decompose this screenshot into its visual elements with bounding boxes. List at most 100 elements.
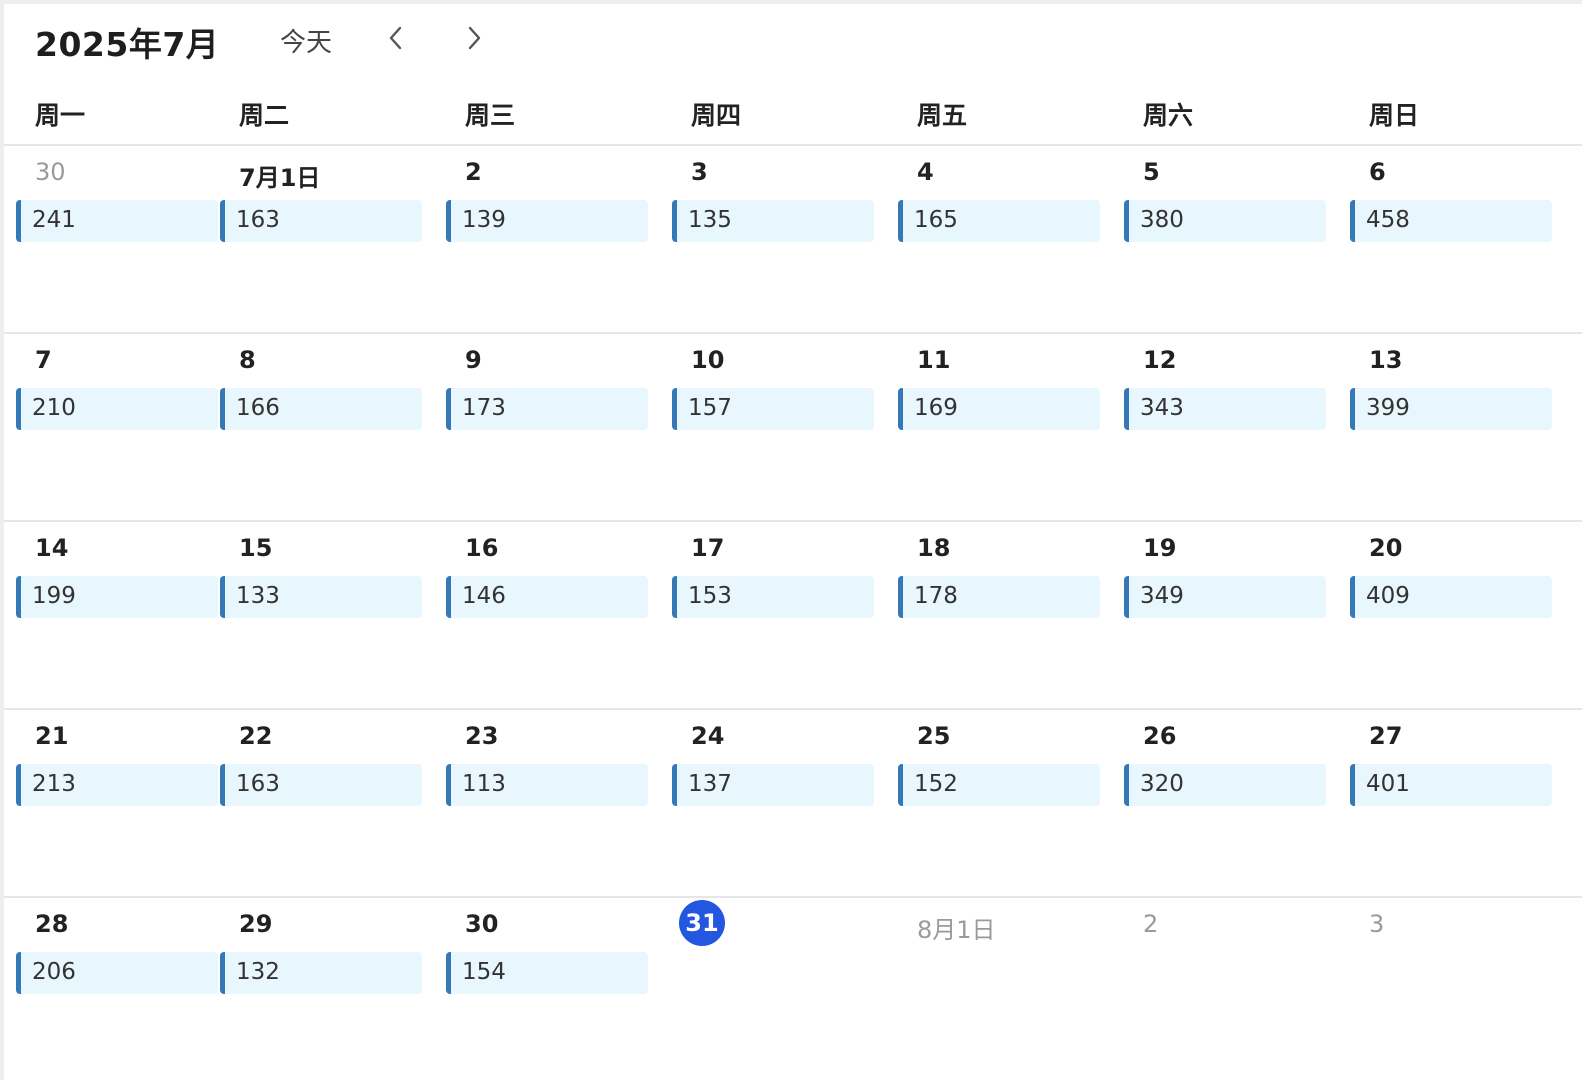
event-chip[interactable]: 166 [220, 388, 422, 430]
day-cell-sun[interactable]: 3 [1338, 898, 1564, 1080]
event-count: 135 [688, 207, 732, 233]
event-chip[interactable]: 178 [898, 576, 1100, 618]
event-count: 320 [1140, 771, 1184, 797]
day-number: 16 [465, 534, 499, 562]
event-chip[interactable]: 154 [446, 952, 648, 994]
event-chip[interactable]: 153 [672, 576, 874, 618]
day-cell-thu[interactable]: 10 157 [660, 334, 886, 520]
event-chip[interactable]: 165 [898, 200, 1100, 242]
day-cell-mon[interactable]: 21 213 [4, 710, 230, 896]
day-cell-sun[interactable]: 6 458 [1338, 146, 1564, 332]
day-number: 2 [1143, 910, 1159, 938]
day-cell-wed[interactable]: 30 154 [434, 898, 660, 1080]
event-count: 213 [32, 771, 76, 797]
event-chip[interactable]: 146 [446, 576, 648, 618]
event-chip[interactable]: 380 [1124, 200, 1326, 242]
event-chip[interactable]: 173 [446, 388, 648, 430]
event-chip[interactable]: 137 [672, 764, 874, 806]
event-chip[interactable]: 135 [672, 200, 874, 242]
day-cell-mon[interactable]: 14 199 [4, 522, 230, 708]
day-cell-tue[interactable]: 15 133 [208, 522, 434, 708]
day-cell-fri[interactable]: 25 152 [886, 710, 1112, 896]
event-chip[interactable]: 199 [16, 576, 218, 618]
day-cell-tue[interactable]: 22 163 [208, 710, 434, 896]
day-cell-thu[interactable]: 24 137 [660, 710, 886, 896]
event-chip[interactable]: 169 [898, 388, 1100, 430]
day-cell-mon[interactable]: 28 206 [4, 898, 230, 1080]
event-chip[interactable]: 458 [1350, 200, 1552, 242]
day-cell-tue[interactable]: 7月1日 163 [208, 146, 434, 332]
today-button[interactable]: 今天 [280, 22, 332, 59]
day-number: 5 [1143, 158, 1160, 186]
day-number: 14 [35, 534, 69, 562]
event-count: 399 [1366, 395, 1410, 421]
event-chip[interactable]: 163 [220, 200, 422, 242]
event-chip[interactable]: 210 [16, 388, 218, 430]
event-count: 199 [32, 583, 76, 609]
day-cell-sun[interactable]: 20 409 [1338, 522, 1564, 708]
event-count: 157 [688, 395, 732, 421]
event-count: 113 [462, 771, 506, 797]
event-chip[interactable]: 113 [446, 764, 648, 806]
event-count: 173 [462, 395, 506, 421]
day-cell-mon[interactable]: 30 241 [4, 146, 230, 332]
event-chip[interactable]: 133 [220, 576, 422, 618]
event-count: 458 [1366, 207, 1410, 233]
day-cell-sat[interactable]: 2 [1112, 898, 1338, 1080]
week-row: 14 199 15 133 16 146 17 153 18 178 19 349 20 409 [4, 522, 1582, 710]
event-chip[interactable]: 213 [16, 764, 218, 806]
day-cell-wed[interactable]: 23 113 [434, 710, 660, 896]
event-chip[interactable]: 241 [16, 200, 218, 242]
day-cell-mon[interactable]: 7 210 [4, 334, 230, 520]
day-cell-fri[interactable]: 8月1日 [886, 898, 1112, 1080]
day-number: 4 [917, 158, 934, 186]
chevron-right-icon[interactable] [462, 24, 486, 52]
event-count: 163 [236, 771, 280, 797]
day-cell-tue[interactable]: 29 132 [208, 898, 434, 1080]
month-grid: 30 241 7月1日 163 2 139 3 135 4 165 5 380 6 458 7 210 8 166… [4, 146, 1582, 1068]
event-chip[interactable]: 206 [16, 952, 218, 994]
day-cell-thu[interactable]: 3 135 [660, 146, 886, 332]
day-cell-sat[interactable]: 19 349 [1112, 522, 1338, 708]
day-number: 21 [35, 722, 69, 750]
event-count: 137 [688, 771, 732, 797]
event-chip[interactable]: 152 [898, 764, 1100, 806]
event-chip[interactable]: 349 [1124, 576, 1326, 618]
event-count: 139 [462, 207, 506, 233]
event-count: 154 [462, 959, 506, 985]
day-cell-thu[interactable]: 31 [660, 898, 886, 1080]
event-chip[interactable]: 132 [220, 952, 422, 994]
event-count: 210 [32, 395, 76, 421]
event-chip[interactable]: 320 [1124, 764, 1326, 806]
day-cell-sun[interactable]: 13 399 [1338, 334, 1564, 520]
day-cell-fri[interactable]: 4 165 [886, 146, 1112, 332]
event-chip[interactable]: 139 [446, 200, 648, 242]
day-cell-sat[interactable]: 12 343 [1112, 334, 1338, 520]
chevron-left-icon[interactable] [384, 24, 408, 52]
event-count: 401 [1366, 771, 1410, 797]
day-number: 7 [35, 346, 52, 374]
day-cell-wed[interactable]: 9 173 [434, 334, 660, 520]
event-chip[interactable]: 343 [1124, 388, 1326, 430]
weekday-thu: 周四 [691, 101, 742, 130]
day-cell-fri[interactable]: 18 178 [886, 522, 1112, 708]
weekday-sun: 周日 [1369, 101, 1420, 130]
event-chip[interactable]: 409 [1350, 576, 1552, 618]
day-cell-fri[interactable]: 11 169 [886, 334, 1112, 520]
day-number: 25 [917, 722, 951, 750]
day-cell-wed[interactable]: 2 139 [434, 146, 660, 332]
day-cell-sat[interactable]: 5 380 [1112, 146, 1338, 332]
day-cell-tue[interactable]: 8 166 [208, 334, 434, 520]
day-cell-sun[interactable]: 27 401 [1338, 710, 1564, 896]
event-count: 380 [1140, 207, 1184, 233]
event-chip[interactable]: 401 [1350, 764, 1552, 806]
day-number: 20 [1369, 534, 1403, 562]
day-cell-sat[interactable]: 26 320 [1112, 710, 1338, 896]
day-cell-wed[interactable]: 16 146 [434, 522, 660, 708]
event-chip[interactable]: 157 [672, 388, 874, 430]
event-count: 206 [32, 959, 76, 985]
event-chip[interactable]: 399 [1350, 388, 1552, 430]
event-count: 132 [236, 959, 280, 985]
event-chip[interactable]: 163 [220, 764, 422, 806]
day-cell-thu[interactable]: 17 153 [660, 522, 886, 708]
